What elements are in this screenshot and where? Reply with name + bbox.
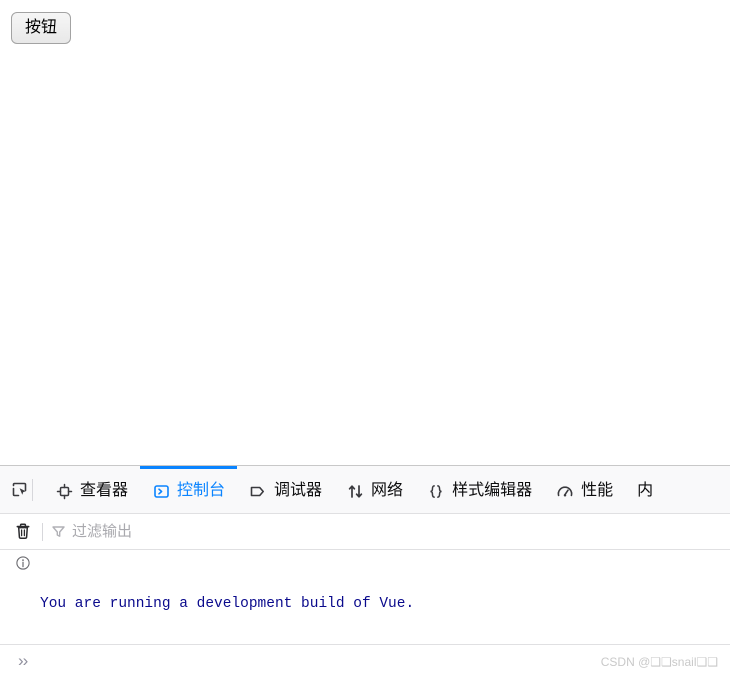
chevron-right-double-icon: ›› [18,650,28,670]
tab-memory-label: 内 [637,482,654,499]
network-icon [346,482,364,500]
tab-debugger-label: 调试器 [274,482,323,499]
tab-style-editor-label: 样式编辑器 [452,482,533,499]
console-output: You are running a development build of V… [0,550,730,644]
csdn-watermark: CSDN @❑❑snail❑❑ [600,655,718,669]
tab-inspector-label: 查看器 [80,482,129,499]
tab-style-editor[interactable]: 样式编辑器 [415,466,544,513]
inspector-icon [55,482,73,500]
page-button[interactable]: 按钮 [11,12,72,44]
picker-group [0,466,43,513]
tab-performance-label: 性能 [581,482,614,499]
debugger-icon [249,482,267,500]
devtools-panel: 查看器 控制台 调试器 网络 样式编辑器 性能 内 过滤输出 You are r… [0,465,730,675]
filter-input[interactable] [72,523,720,540]
console-message-row[interactable]: You are running a development build of V… [0,550,730,644]
tab-debugger[interactable]: 调试器 [237,466,334,513]
tab-network[interactable]: 网络 [334,466,415,513]
funnel-icon [51,524,66,539]
tab-console[interactable]: 控制台 [140,466,238,513]
tab-inspector[interactable]: 查看器 [43,466,140,513]
tab-console-label: 控制台 [177,482,226,499]
tab-performance[interactable]: 性能 [544,466,625,513]
element-picker-icon[interactable] [10,480,30,500]
info-icon [0,554,34,570]
console-filter-bar [0,514,730,550]
devtools-toolbar: 查看器 控制台 调试器 网络 样式编辑器 性能 内 [0,466,730,514]
console-message-line: You are running a development build of V… [40,596,415,612]
style-editor-icon [427,482,445,500]
performance-icon [556,482,574,500]
tab-memory[interactable]: 内 [625,466,665,513]
console-prompt-row: ›› CSDN @❑❑snail❑❑ [0,644,730,675]
page-viewport: 按钮 [0,0,730,465]
filter-input-wrap [51,520,720,544]
devtools-tab-list: 查看器 控制台 调试器 网络 样式编辑器 性能 内 [43,466,730,513]
trash-icon[interactable] [10,519,36,545]
console-icon [152,482,170,500]
console-message-text: You are running a development build of V… [34,554,701,644]
toolbar-divider [32,478,33,501]
tab-network-label: 网络 [371,482,404,499]
filter-divider [42,522,43,541]
